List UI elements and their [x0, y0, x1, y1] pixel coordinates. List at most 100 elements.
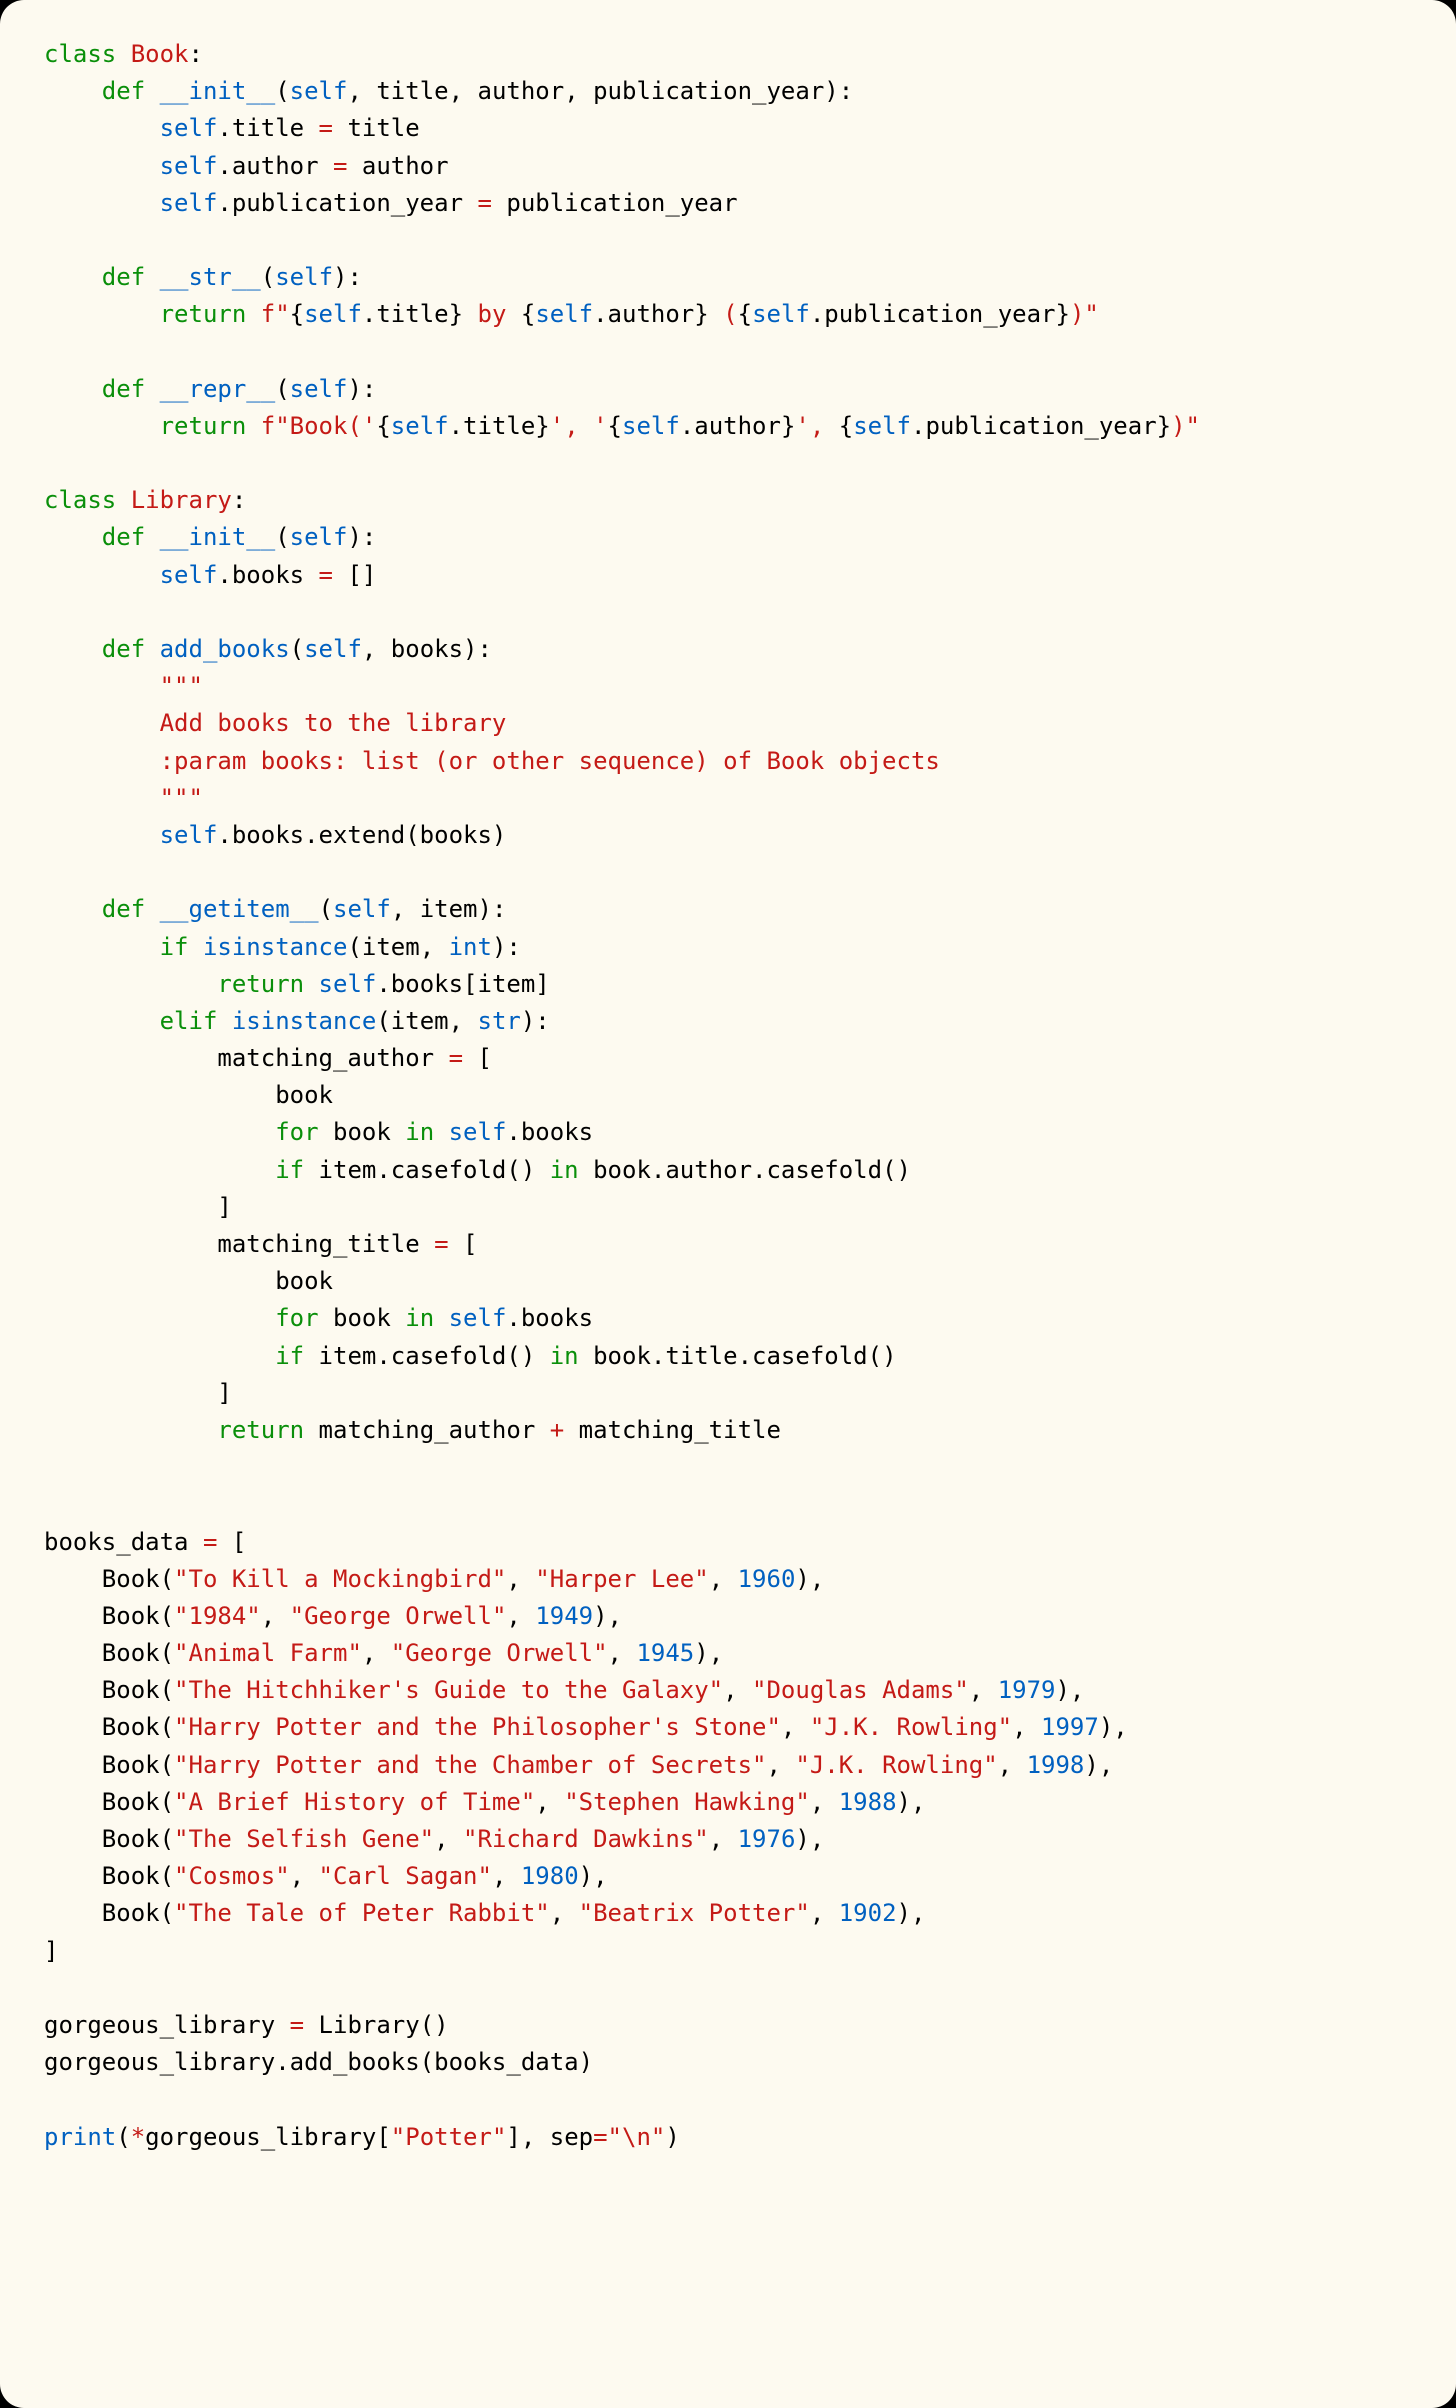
token-plain: (item, [376, 1007, 477, 1035]
token-plain: books_data [44, 1528, 203, 1556]
token-plain: ), [593, 1602, 622, 1630]
code-line: gorgeous_library.add_books(books_data) [44, 2048, 593, 2076]
token-plain [44, 1342, 275, 1370]
token-plain: book [319, 1304, 406, 1332]
token-plain: gorgeous_library.add_books(books_data) [44, 2048, 593, 2076]
token-str: "1984" [174, 1602, 261, 1630]
token-plain: book.title.casefold() [579, 1342, 897, 1370]
code-line: Book("1984", "George Orwell", 1949), [44, 1602, 622, 1630]
token-plain: { [376, 412, 390, 440]
token-op: = [333, 152, 347, 180]
token-num: 1988 [839, 1788, 897, 1816]
token-self: self [304, 300, 362, 328]
token-plain: : [232, 486, 246, 514]
token-kw: def [102, 263, 145, 291]
token-plain: [ [217, 1528, 246, 1556]
token-plain: Book( [44, 1751, 174, 1779]
token-dunder: __init__ [160, 523, 276, 551]
token-num: 1976 [738, 1825, 796, 1853]
token-plain [44, 821, 160, 849]
token-plain: .publication_year [217, 189, 477, 217]
token-kw: return [160, 300, 247, 328]
token-self: self [160, 114, 218, 142]
token-plain: author [347, 152, 448, 180]
code-line: self.author = author [44, 152, 449, 180]
token-plain: , [969, 1676, 998, 1704]
token-plain [44, 1416, 217, 1444]
token-str: f"Book(' [261, 412, 377, 440]
token-plain: { [839, 412, 853, 440]
token-plain: Book( [44, 1825, 174, 1853]
token-self: self [290, 523, 348, 551]
code-line: Book("Harry Potter and the Chamber of Se… [44, 1751, 1113, 1779]
token-num: 1960 [738, 1565, 796, 1593]
code-line: self.publication_year = publication_year [44, 189, 738, 217]
token-plain [44, 77, 102, 105]
token-plain: , [781, 1713, 810, 1741]
token-plain: matching_author [304, 1416, 550, 1444]
token-plain: matching_author [44, 1044, 449, 1072]
token-num: 1979 [998, 1676, 1056, 1704]
code-line: :param books: list (or other sequence) o… [44, 747, 940, 775]
token-kw: def [102, 635, 145, 663]
token-plain [217, 1007, 231, 1035]
token-str: "Cosmos" [174, 1862, 290, 1890]
token-plain: gorgeous_library[ [145, 2123, 391, 2151]
token-str: "Harper Lee" [535, 1565, 708, 1593]
token-plain: , [261, 1602, 290, 1630]
token-plain: [ [449, 1230, 478, 1258]
token-str: "Harry Potter and the Philosopher's Ston… [174, 1713, 781, 1741]
token-plain: book [44, 1081, 333, 1109]
token-plain: .books.extend(books) [217, 821, 506, 849]
token-plain [44, 1304, 275, 1332]
token-plain: ( [261, 263, 275, 291]
token-kw: in [550, 1342, 579, 1370]
code-line: for book in self.books [44, 1118, 593, 1146]
token-str: "Douglas Adams" [752, 1676, 969, 1704]
token-str: "George Orwell" [290, 1602, 507, 1630]
token-num: 1997 [1041, 1713, 1099, 1741]
token-plain: [ [463, 1044, 492, 1072]
token-plain: (item, [347, 933, 448, 961]
token-plain: publication_year [492, 189, 738, 217]
token-str: f" [261, 300, 290, 328]
token-self: self [290, 77, 348, 105]
token-str: "Animal Farm" [174, 1639, 362, 1667]
token-self: self [275, 263, 333, 291]
token-plain: gorgeous_library [44, 2011, 290, 2039]
token-str: "Carl Sagan" [319, 1862, 492, 1890]
token-plain [44, 152, 160, 180]
token-plain: ), [795, 1825, 824, 1853]
python-source[interactable]: class Book: def __init__(self, title, au… [44, 36, 1412, 2156]
token-plain: ): [347, 375, 376, 403]
token-plain: title [333, 114, 420, 142]
code-line: return matching_author + matching_title [44, 1416, 781, 1444]
token-plain: .title [217, 114, 318, 142]
token-op: = [593, 2123, 607, 2151]
token-plain: : [189, 40, 203, 68]
token-str: "\n" [608, 2123, 666, 2151]
token-plain: , [1012, 1713, 1041, 1741]
token-plain: , [723, 1676, 752, 1704]
token-str: "J.K. Rowling" [795, 1751, 997, 1779]
token-plain [44, 523, 102, 551]
code-line: ] [44, 1193, 232, 1221]
code-line: print(*gorgeous_library["Potter"], sep="… [44, 2123, 680, 2151]
token-plain: ) [665, 2123, 679, 2151]
token-builtin: str [478, 1007, 521, 1035]
token-plain: Book( [44, 1899, 174, 1927]
token-plain: ), [1055, 1676, 1084, 1704]
token-self: self [853, 412, 911, 440]
token-num: 1998 [1027, 1751, 1085, 1779]
token-plain [44, 1007, 160, 1035]
code-line: def __str__(self): [44, 263, 362, 291]
token-builtin: int [449, 933, 492, 961]
code-line: if item.casefold() in book.author.casefo… [44, 1156, 911, 1184]
token-plain: ): [492, 933, 521, 961]
token-plain [44, 561, 160, 589]
token-plain: .author} [680, 412, 796, 440]
code-line: Add books to the library [44, 709, 506, 737]
token-str: )" [1070, 300, 1099, 328]
token-plain: ( [116, 2123, 130, 2151]
token-self: self [333, 895, 391, 923]
